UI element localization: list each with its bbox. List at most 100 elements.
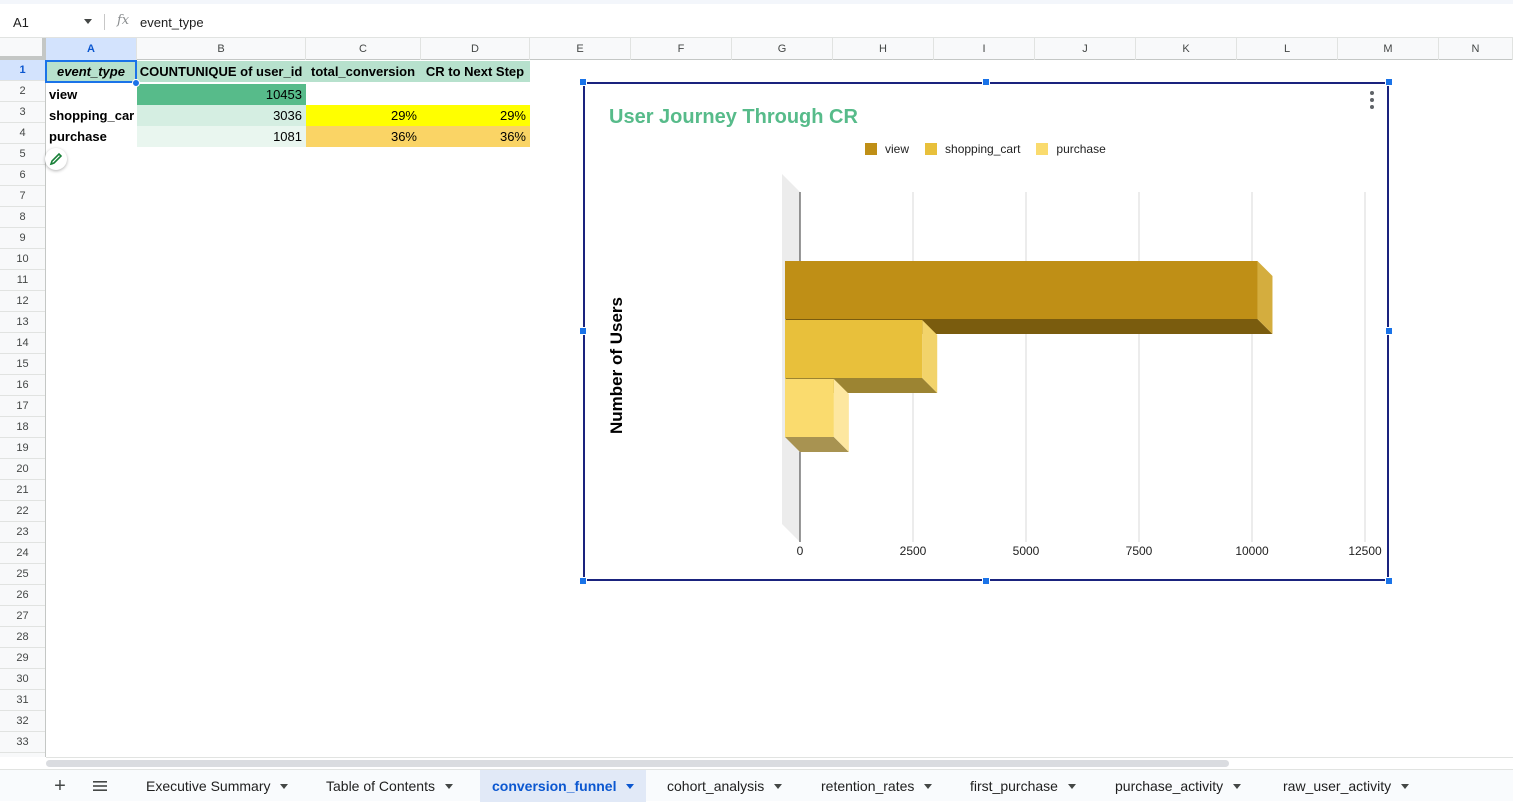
column-header-a[interactable]: A [46,38,137,60]
row-header-27[interactable]: 27 [0,606,45,627]
name-box-dropdown-icon[interactable] [84,19,92,24]
resize-handle-bottom-left[interactable] [579,577,587,585]
cell-a3[interactable]: shopping_car [46,105,137,126]
cell-a2[interactable]: view [46,84,137,105]
sheet-tab-retention-rates[interactable]: retention_rates [809,770,944,802]
row-header-8[interactable]: 8 [0,207,45,228]
cell-a4[interactable]: purchase [46,126,137,147]
tab-dropdown-icon[interactable] [626,783,635,789]
row-header-5[interactable]: 5 [0,144,45,165]
column-header-i[interactable]: I [934,38,1035,60]
row-header-32[interactable]: 32 [0,711,45,732]
cell-c1[interactable]: total_conversion [306,61,421,82]
resize-handle-bottom[interactable] [982,577,990,585]
fill-handle[interactable] [132,79,140,87]
sheet-tab-conversion-funnel[interactable]: conversion_funnel [480,770,647,802]
row-header-10[interactable]: 10 [0,249,45,270]
row-header-30[interactable]: 30 [0,669,45,690]
row-header-28[interactable]: 28 [0,627,45,648]
scrollbar-thumb[interactable] [46,760,1229,767]
column-headers: ABCDEFGHIJKLMN [0,38,1513,60]
row-header-14[interactable]: 14 [0,333,45,354]
column-header-j[interactable]: J [1035,38,1136,60]
row-header-33[interactable]: 33 [0,732,45,753]
row-header-26[interactable]: 26 [0,585,45,606]
row-header-12[interactable]: 12 [0,291,45,312]
column-header-n[interactable]: N [1439,38,1513,60]
cell-c4[interactable]: 36% [306,126,421,147]
column-header-l[interactable]: L [1237,38,1338,60]
column-header-k[interactable]: K [1136,38,1237,60]
row-header-23[interactable]: 23 [0,522,45,543]
row-header-15[interactable]: 15 [0,354,45,375]
row-header-16[interactable]: 16 [0,375,45,396]
tab-dropdown-icon[interactable] [1067,783,1076,789]
row-header-9[interactable]: 9 [0,228,45,249]
row-header-11[interactable]: 11 [0,270,45,291]
row-header-2[interactable]: 2 [0,81,45,102]
row-headers: 1 2 3 4 5 6 7 8 9 10 11 12 13 14 15 16 17 18 19 20 21 22 23 24 2… [0,60,46,757]
resize-handle-bottom-right[interactable] [1385,577,1393,585]
cell-b2[interactable]: 10453 [137,84,306,105]
add-sheet-button[interactable]: + [48,774,72,798]
row-header-6[interactable]: 6 [0,165,45,186]
row-header-20[interactable]: 20 [0,459,45,480]
row-header-29[interactable]: 29 [0,648,45,669]
resize-handle-left[interactable] [579,327,587,335]
cell-d3[interactable]: 29% [421,105,530,126]
sheet-tab-table-of-contents[interactable]: Table of Contents [314,770,465,802]
row-header-25[interactable]: 25 [0,564,45,585]
row-header-18[interactable]: 18 [0,417,45,438]
row-header-1[interactable]: 1 [0,60,45,81]
sheet-tab-cohort-analysis[interactable]: cohort_analysis [655,770,794,802]
row-header-19[interactable]: 19 [0,438,45,459]
sheet-tab-purchase-activity[interactable]: purchase_activity [1103,770,1253,802]
cell-b1[interactable]: COUNTUNIQUE of user_id [137,61,306,82]
row-header-22[interactable]: 22 [0,501,45,522]
resize-handle-right[interactable] [1385,327,1393,335]
tab-dropdown-icon[interactable] [280,783,289,789]
row-header-7[interactable]: 7 [0,186,45,207]
tab-dropdown-icon[interactable] [1233,783,1242,789]
tab-dropdown-icon[interactable] [444,783,453,789]
cell-d1[interactable]: CR to Next Step [421,61,530,82]
cell-a1[interactable]: event_type [46,61,137,82]
column-header-h[interactable]: H [833,38,934,60]
row-header-17[interactable]: 17 [0,396,45,417]
tab-dropdown-icon[interactable] [774,783,783,789]
row-header-31[interactable]: 31 [0,690,45,711]
resize-handle-top-left[interactable] [579,78,587,86]
column-header-m[interactable]: M [1338,38,1439,60]
row-header-24[interactable]: 24 [0,543,45,564]
row-header-3[interactable]: 3 [0,102,45,123]
cell-c3[interactable]: 29% [306,105,421,126]
column-header-f[interactable]: F [631,38,732,60]
cell-b3[interactable]: 3036 [137,105,306,126]
edit-pencil-icon[interactable] [45,148,67,170]
sheet-tab-raw-user-activity[interactable]: raw_user_activity [1271,770,1421,802]
row-header-21[interactable]: 21 [0,480,45,501]
tab-dropdown-icon[interactable] [1401,783,1410,789]
column-header-d[interactable]: D [421,38,530,60]
sheet-tab-executive-summary[interactable]: Executive Summary [134,770,300,802]
resize-handle-top[interactable] [982,78,990,86]
column-header-c[interactable]: C [306,38,421,60]
x-tick-label: 10000 [1235,544,1269,558]
cell-b4[interactable]: 1081 [137,126,306,147]
column-header-g[interactable]: G [732,38,833,60]
formula-input[interactable]: event_type [140,15,204,30]
column-header-e[interactable]: E [530,38,631,60]
row-header-13[interactable]: 13 [0,312,45,333]
resize-handle-top-right[interactable] [1385,78,1393,86]
chart-object[interactable]: User Journey Through CR view shopping_ca… [583,82,1389,581]
horizontal-scrollbar[interactable] [46,757,1513,769]
select-all-corner[interactable] [0,38,46,60]
cell-d4[interactable]: 36% [421,126,530,147]
column-header-b[interactable]: B [137,38,306,60]
sheet-tab-first-purchase[interactable]: first_purchase [958,770,1088,802]
sheet-tab-label: first_purchase [970,778,1058,794]
tab-dropdown-icon[interactable] [924,783,933,789]
row-header-4[interactable]: 4 [0,123,45,144]
all-sheets-menu-icon[interactable] [88,774,112,798]
chart-plot: 0 2500 5000 7500 10000 12500 [782,174,1382,558]
